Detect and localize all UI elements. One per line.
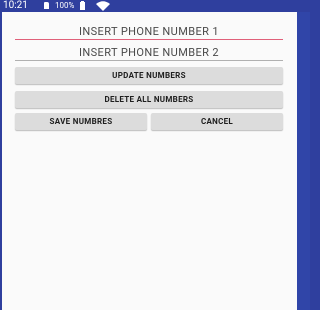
battery-full-icon — [80, 1, 85, 10]
sd-card-icon — [44, 2, 49, 9]
screen: { "status_bar": { "time": "10:21", "batt… — [0, 0, 310, 310]
update-numbers-button[interactable]: UPDATE NUMBERS — [15, 67, 283, 84]
window-edge — [297, 12, 310, 310]
cancel-button[interactable]: CANCEL — [151, 113, 283, 130]
phone-number-1-placeholder: INSERT PHONE NUMBER 1 — [78, 25, 219, 38]
wifi-icon — [96, 1, 110, 11]
status-bar: 10:21 100% — [0, 0, 310, 12]
phone-number-2-field[interactable]: INSERT PHONE NUMBER 2 — [15, 45, 283, 61]
phone-number-2-placeholder: INSERT PHONE NUMBER 2 — [78, 46, 219, 59]
phone-number-2-underline — [15, 60, 283, 61]
phone-number-1-field[interactable]: INSERT PHONE NUMBER 1 — [15, 24, 283, 40]
status-time: 10:21 — [3, 0, 28, 11]
delete-all-numbers-button[interactable]: DELETE ALL NUMBERS — [15, 91, 283, 108]
app-content: INSERT PHONE NUMBER 1 INSERT PHONE NUMBE… — [2, 12, 297, 310]
save-numbers-button[interactable]: SAVE NUMBRES — [15, 113, 147, 130]
phone-number-1-underline — [15, 39, 283, 40]
battery-percent: 100% — [55, 1, 75, 10]
